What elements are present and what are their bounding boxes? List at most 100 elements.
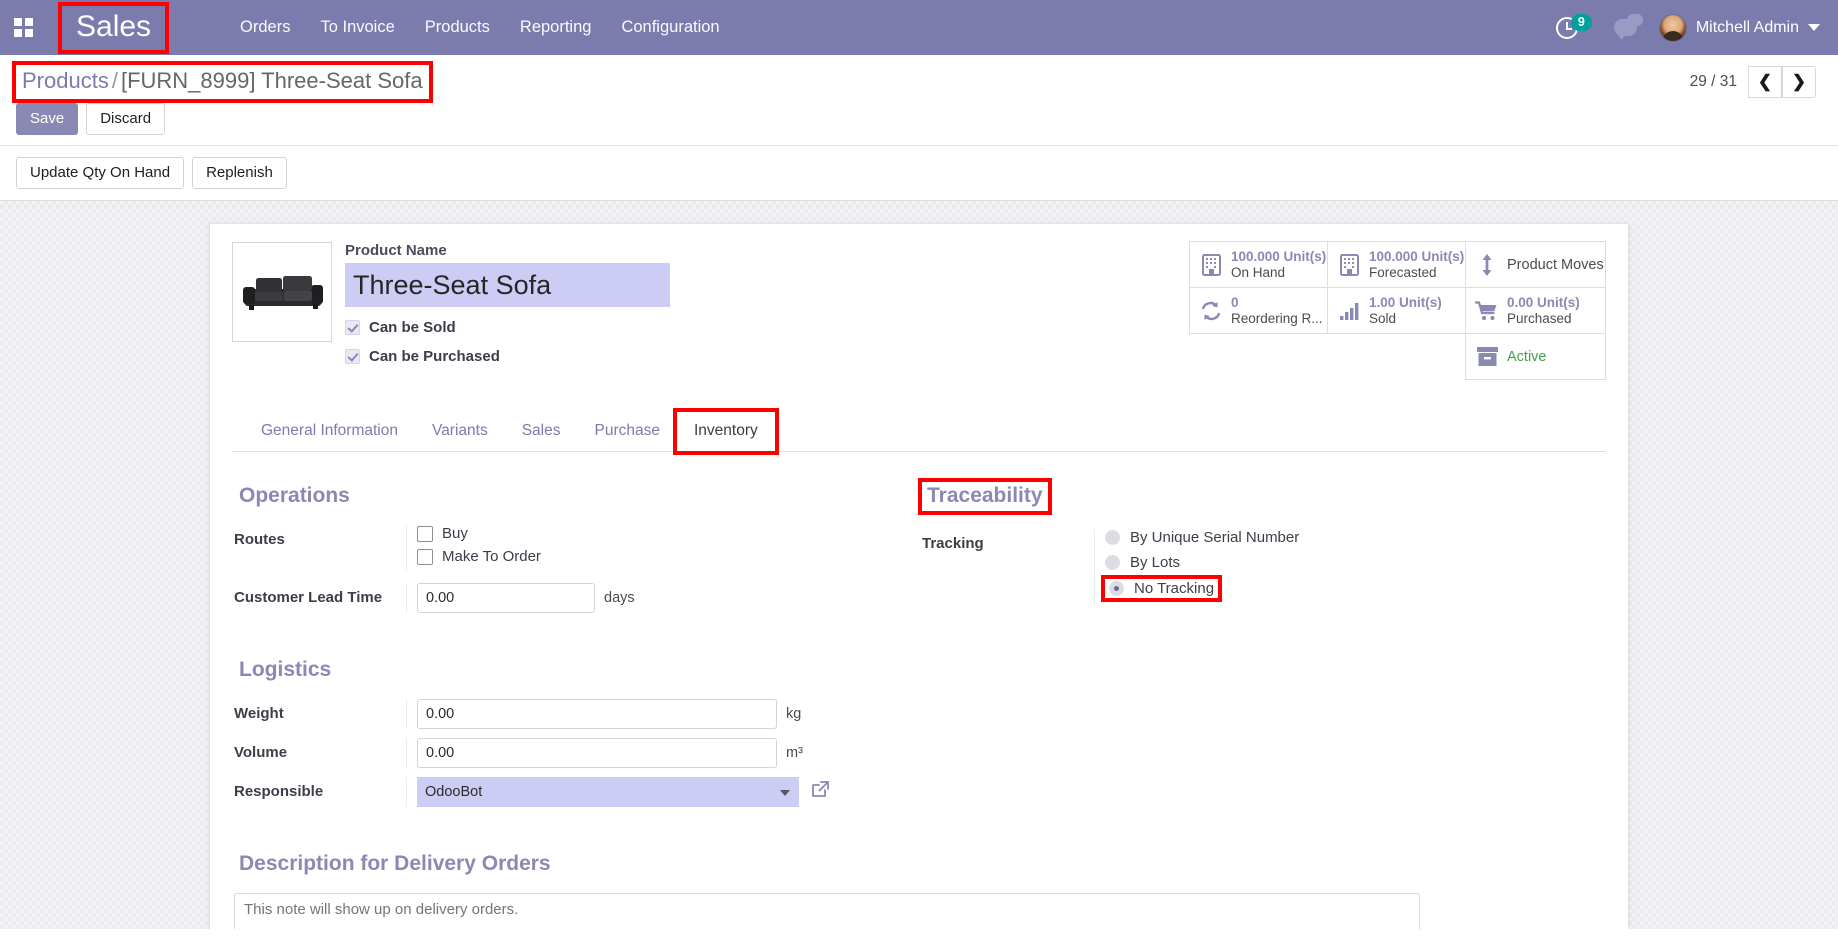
- tracking-label: Tracking: [922, 535, 984, 552]
- chevron-left-icon[interactable]: ❮: [1748, 66, 1782, 98]
- can-be-sold-row[interactable]: Can be Sold: [345, 319, 670, 336]
- stat-sold-label: Sold: [1369, 310, 1397, 326]
- breadcrumb-products-link[interactable]: Products: [22, 68, 109, 93]
- chevron-right-icon[interactable]: ❯: [1782, 66, 1816, 98]
- user-name: Mitchell Admin: [1695, 18, 1799, 36]
- caret-down-icon: [1808, 24, 1820, 31]
- save-button[interactable]: Save: [16, 103, 79, 135]
- weight-unit: kg: [786, 706, 802, 722]
- stat-on-hand[interactable]: 100.000 Unit(s) On Hand: [1189, 241, 1328, 288]
- checkbox-icon[interactable]: [417, 525, 433, 542]
- user-menu[interactable]: Mitchell Admin: [1658, 13, 1820, 42]
- stat-active-label: Active: [1507, 348, 1547, 365]
- activity-menu[interactable]: 9: [1555, 14, 1592, 39]
- route-buy-label: Buy: [442, 525, 468, 542]
- weight-row: Weight kg: [234, 699, 872, 729]
- sofa-photo: [243, 276, 323, 310]
- stat-active[interactable]: Active: [1465, 333, 1606, 380]
- volume-input[interactable]: [417, 738, 777, 768]
- nav-item-configuration[interactable]: Configuration: [606, 12, 734, 43]
- stat-purchased[interactable]: 0.00 Unit(s) Purchased: [1465, 287, 1606, 334]
- tab-inventory[interactable]: Inventory: [672, 408, 779, 455]
- tracking-option-none-label: No Tracking: [1134, 580, 1215, 597]
- volume-row: Volume m³: [234, 738, 872, 768]
- tab-purchase[interactable]: Purchase: [578, 412, 677, 451]
- stat-reordering-rules[interactable]: 0 Reordering R...: [1189, 287, 1328, 334]
- tab-sales[interactable]: Sales: [505, 412, 578, 451]
- refresh-icon: [1199, 301, 1223, 321]
- tab-general-information[interactable]: General Information: [244, 412, 415, 451]
- discard-button[interactable]: Discard: [86, 103, 166, 135]
- traceability-group: Traceability Tracking By Unique Serial N…: [872, 478, 1512, 816]
- responsible-select[interactable]: OdooBot: [417, 777, 799, 807]
- apps-grid-icon[interactable]: [8, 13, 38, 43]
- description-delivery-orders-textarea[interactable]: [234, 893, 1420, 929]
- content-area: Product Name Can be Sold Can be Purchase…: [0, 201, 1838, 929]
- traceability-title: Traceability: [918, 478, 1052, 515]
- product-image[interactable]: [232, 242, 332, 342]
- routes-row: Routes Buy Make To Order: [234, 525, 872, 571]
- check-icon: [345, 349, 360, 364]
- responsible-row: Responsible OdooBot: [234, 777, 872, 807]
- route-buy[interactable]: Buy: [417, 525, 872, 542]
- radio-icon[interactable]: [1109, 581, 1124, 596]
- building-icon: [1337, 253, 1361, 276]
- control-panel: Products / [FURN_8999] Three-Seat Sofa 29 …: [0, 55, 1838, 201]
- weight-input[interactable]: [417, 699, 777, 729]
- stat-reordering-value: 0: [1231, 295, 1239, 311]
- shopping-cart-icon: [1475, 300, 1499, 321]
- routes-label: Routes: [234, 531, 285, 548]
- stat-on-hand-label: On Hand: [1231, 264, 1286, 280]
- radio-icon[interactable]: [1105, 555, 1120, 570]
- form-notebook-tabs: General Information Variants Sales Purch…: [232, 408, 1606, 455]
- tracking-option-lots[interactable]: By Lots: [1105, 554, 1512, 571]
- stat-reordering-label: Reordering R...: [1231, 310, 1323, 326]
- customer-lead-time-label: Customer Lead Time: [234, 589, 383, 606]
- messaging-menu[interactable]: [1613, 14, 1643, 40]
- customer-lead-time-unit: days: [604, 590, 635, 606]
- responsible-label: Responsible: [234, 783, 324, 800]
- navbar-menu: Orders To Invoice Products Reporting Con…: [225, 12, 735, 43]
- tracking-option-serial-label: By Unique Serial Number: [1130, 529, 1300, 546]
- record-pager: 29 / 31 ❮ ❯: [1690, 66, 1822, 98]
- logistics-title: Logistics: [239, 658, 332, 681]
- stat-forecasted[interactable]: 100.000 Unit(s) Forecasted: [1327, 241, 1466, 288]
- breadcrumb-current: [FURN_8999] Three-Seat Sofa: [120, 68, 423, 93]
- nav-item-to-invoice[interactable]: To Invoice: [305, 12, 409, 43]
- description-delivery-orders-group: Description for Delivery Orders: [232, 816, 1606, 929]
- stat-on-hand-value: 100.000 Unit(s): [1231, 249, 1327, 265]
- breadcrumb-separator: /: [111, 68, 118, 93]
- stat-product-moves[interactable]: Product Moves: [1465, 241, 1606, 288]
- checkbox-icon[interactable]: [417, 548, 433, 565]
- weight-label: Weight: [234, 705, 284, 722]
- bar-chart-icon: [1337, 301, 1361, 321]
- stat-forecasted-value: 100.000 Unit(s): [1369, 249, 1465, 265]
- volume-label: Volume: [234, 744, 288, 761]
- stat-sold[interactable]: 1.00 Unit(s) Sold: [1327, 287, 1466, 334]
- route-make-to-order[interactable]: Make To Order: [417, 548, 872, 565]
- can-be-purchased-row[interactable]: Can be Purchased: [345, 348, 670, 365]
- breadcrumb: Products / [FURN_8999] Three-Seat Sofa: [12, 61, 433, 103]
- customer-lead-time-input[interactable]: [417, 583, 595, 613]
- product-name-input[interactable]: [345, 263, 670, 307]
- radio-icon[interactable]: [1105, 530, 1120, 545]
- nav-item-products[interactable]: Products: [410, 12, 505, 43]
- volume-unit: m³: [786, 745, 803, 761]
- stat-product-moves-label: Product Moves: [1507, 256, 1604, 273]
- stat-sold-value: 1.00 Unit(s): [1369, 295, 1442, 311]
- check-icon: [345, 320, 360, 335]
- tracking-option-serial[interactable]: By Unique Serial Number: [1105, 529, 1512, 546]
- external-link-icon[interactable]: [811, 780, 830, 804]
- stat-purchased-label: Purchased: [1507, 310, 1572, 326]
- tab-variants[interactable]: Variants: [415, 412, 505, 451]
- activity-count-badge: 9: [1570, 14, 1592, 31]
- tracking-option-none[interactable]: No Tracking: [1100, 575, 1512, 602]
- nav-item-orders[interactable]: Orders: [225, 12, 305, 43]
- stat-forecasted-label: Forecasted: [1369, 264, 1437, 280]
- nav-item-reporting[interactable]: Reporting: [505, 12, 607, 43]
- can-be-sold-label: Can be Sold: [369, 319, 456, 336]
- update-qty-on-hand-button[interactable]: Update Qty On Hand: [16, 157, 185, 189]
- replenish-button[interactable]: Replenish: [192, 157, 287, 189]
- app-brand-sales[interactable]: Sales: [57, 1, 170, 54]
- responsible-value: OdooBot: [425, 784, 483, 800]
